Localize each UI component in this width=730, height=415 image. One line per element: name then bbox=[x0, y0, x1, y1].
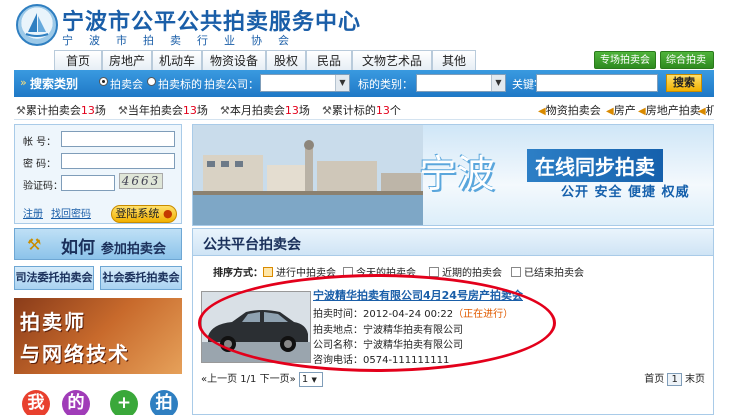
tab-vehicle[interactable]: 机动车 bbox=[152, 50, 202, 70]
sort-label: 排序方式： bbox=[213, 268, 263, 279]
speaker-icon: ◀ bbox=[606, 106, 614, 117]
hammer-icon: ⚒ bbox=[16, 104, 26, 117]
keyword-input[interactable] bbox=[536, 74, 658, 92]
radio-lot[interactable] bbox=[147, 77, 156, 86]
promo-ball: 的 bbox=[62, 390, 90, 415]
first-page-link[interactable]: 首页 bbox=[644, 374, 664, 385]
search-bar: » 搜索类别 拍卖会 拍卖标的 拍卖公司： ▼ 标的类别： ▼ 关键字： 搜索 bbox=[14, 70, 714, 97]
login-button[interactable]: 登陆系统 ● bbox=[111, 205, 177, 223]
hammer-icon: ⚒ bbox=[118, 104, 128, 117]
speaker-icon: ◀ bbox=[698, 106, 706, 117]
account-input[interactable] bbox=[61, 131, 175, 147]
harbor-photo bbox=[193, 125, 423, 225]
dropdown-arrow-icon: ▼ bbox=[311, 375, 317, 384]
banner-online-text: 在线同步拍卖 bbox=[527, 149, 663, 182]
page-select[interactable]: 1 ▼ bbox=[298, 371, 323, 387]
tab-real-estate[interactable]: 房地产 bbox=[102, 50, 152, 70]
tab-goods[interactable]: 民品 bbox=[306, 50, 352, 70]
stat-year-auctions: ⚒当年拍卖会13场 bbox=[118, 104, 208, 117]
banner-city-text: 宁波 bbox=[419, 152, 496, 196]
tab-equity[interactable]: 股权 bbox=[266, 50, 306, 70]
general-auction-button[interactable]: 综合拍卖会 bbox=[660, 51, 714, 83]
captcha-label: 验证码： bbox=[23, 181, 63, 192]
panel-header: 公共平台拍卖会 bbox=[193, 229, 713, 256]
hammer-icon: ⚒ bbox=[322, 104, 332, 117]
search-category-label: 搜索类别 bbox=[30, 77, 79, 91]
dropdown-arrow-icon: ▼ bbox=[335, 75, 349, 91]
ticker-item[interactable]: ◀房地产拍卖 bbox=[638, 102, 701, 118]
stats-row: ⚒累计拍卖会13场 ⚒当年拍卖会13场 ⚒本月拍卖会13场 ⚒累计标的13个 ◀… bbox=[14, 98, 714, 120]
judicial-auction-link[interactable]: 司法委托拍卖会 bbox=[14, 266, 94, 290]
promo-line1: 拍卖师 bbox=[20, 310, 86, 334]
radio-lot-label: 拍卖标的 bbox=[158, 78, 202, 91]
promo-ball: + bbox=[110, 390, 138, 415]
panel-title: 公共平台拍卖会 bbox=[203, 237, 301, 253]
company-label: 拍卖公司： bbox=[204, 78, 259, 91]
social-auction-link[interactable]: 社会委托拍卖会 bbox=[100, 266, 182, 290]
password-label: 密 码： bbox=[23, 159, 57, 170]
chart-icon bbox=[263, 267, 273, 277]
arrow-right-icon: ● bbox=[162, 207, 173, 220]
ticker-item[interactable]: ◀房产 bbox=[606, 102, 636, 118]
stat-month-auctions: ⚒本月拍卖会13场 bbox=[220, 104, 310, 117]
speaker-icon: ◀ bbox=[538, 106, 546, 117]
site-subtitle: 宁 波 市 拍 卖 行 业 协 会 bbox=[62, 34, 292, 47]
ticker-item[interactable]: ◀物资拍卖会 bbox=[538, 102, 601, 118]
category-select[interactable]: ▼ bbox=[416, 74, 506, 92]
last-page-link[interactable]: 末页 bbox=[685, 374, 705, 385]
my-auction-promo[interactable]: 我 的 + 拍 bbox=[14, 386, 182, 415]
password-input[interactable] bbox=[61, 153, 175, 169]
sort-ended[interactable]: 已结束拍卖会 bbox=[511, 264, 584, 279]
current-page[interactable]: 1 bbox=[667, 373, 682, 386]
forgot-password-link[interactable]: 找回密码 bbox=[51, 205, 91, 220]
tab-equipment[interactable]: 物资设备 bbox=[202, 50, 266, 70]
pager-left[interactable]: «上一页 1/1 下一页» 1 ▼ bbox=[201, 370, 323, 387]
main-nav: 首页 房地产 机动车 物资设备 股权 民品 文物艺术品 其他 专场拍卖会 综合拍… bbox=[14, 50, 714, 83]
chart-icon bbox=[511, 267, 521, 277]
how-to-join-banner[interactable]: ⚒ 如何 参加拍卖会 bbox=[14, 228, 182, 260]
promo-ball: 拍 bbox=[150, 390, 178, 415]
radio-auction[interactable] bbox=[99, 77, 108, 86]
hammer-icon: ⚒ bbox=[220, 104, 230, 117]
radio-auction-label: 拍卖会 bbox=[110, 78, 143, 91]
stat-total-lots: ⚒累计标的13个 bbox=[322, 104, 401, 117]
highlight-ellipse bbox=[198, 274, 556, 372]
pager-right: 首页 1 末页 bbox=[644, 370, 705, 386]
company-select[interactable]: ▼ bbox=[260, 74, 350, 92]
captcha-image[interactable]: 4663 bbox=[119, 173, 163, 189]
special-auction-button[interactable]: 专场拍卖会 bbox=[594, 51, 656, 69]
register-link[interactable]: 注册 bbox=[23, 205, 43, 220]
hammer-icon: ⚒ bbox=[27, 235, 42, 254]
sailboat-icon bbox=[25, 13, 49, 37]
stat-total-auctions: ⚒累计拍卖会13场 bbox=[16, 104, 106, 117]
promo-ball: 我 bbox=[22, 390, 50, 415]
speaker-icon: ◀ bbox=[638, 106, 646, 117]
tab-other[interactable]: 其他 bbox=[432, 50, 476, 70]
tab-art[interactable]: 文物艺术品 bbox=[352, 50, 432, 70]
banner-slogan: 公开 安全 便捷 权威 bbox=[561, 185, 690, 200]
auctioneer-promo[interactable]: 拍卖师 与网络技术 bbox=[14, 298, 182, 374]
logo-icon[interactable] bbox=[16, 4, 58, 46]
tab-home[interactable]: 首页 bbox=[54, 50, 102, 70]
login-box: 帐 号： 密 码： 验证码： 4663 注册 找回密码 登陆系统 ● bbox=[14, 124, 182, 224]
ticker-item[interactable]: ◀机 bbox=[698, 102, 714, 118]
promo-line2: 与网络技术 bbox=[20, 342, 130, 366]
account-label: 帐 号： bbox=[23, 137, 57, 148]
search-button[interactable]: 搜索 bbox=[666, 74, 702, 92]
hero-banner[interactable]: 宁波 在线同步拍卖 公开 安全 便捷 权威 bbox=[192, 124, 714, 226]
captcha-input[interactable] bbox=[61, 175, 115, 191]
dropdown-arrow-icon: ▼ bbox=[491, 75, 505, 91]
category-label: 标的类别： bbox=[358, 78, 413, 91]
search-arrow-icon: » bbox=[20, 76, 27, 89]
how-to-join-text: 如何 参加拍卖会 bbox=[61, 238, 166, 258]
